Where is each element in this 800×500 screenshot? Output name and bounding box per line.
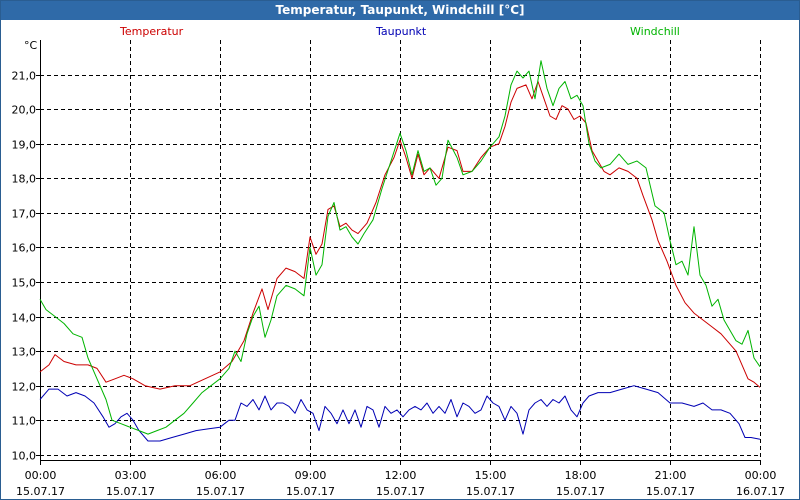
x-tick-time: 15:00 [475,469,507,482]
y-tick-label: 12,0 [12,381,37,394]
x-tick-date: 15.07.17 [646,485,695,498]
grid-lines [40,40,761,460]
x-tick-time: 18:00 [565,469,597,482]
x-tick-date: 15.07.17 [286,485,335,498]
x-tick-time: 09:00 [295,469,327,482]
y-tick-label: 21,0 [12,70,37,83]
x-tick-time: 00:00 [25,469,57,482]
y-tick-label: 14,0 [12,312,37,325]
y-tick-label: 15,0 [12,277,37,290]
x-tick-date: 16.07.17 [736,485,785,498]
y-tick-label: 16,0 [12,242,37,255]
x-tick-time: 06:00 [205,469,237,482]
x-tick-date: 15.07.17 [556,485,605,498]
y-tick-label: 13,0 [12,346,37,359]
x-tick-time: 00:00 [745,469,777,482]
line-chart: 10,0 11,0 12,0 13,0 14,0 15,0 16,0 17,0 18,0 19,0… [12,39,785,498]
y-tick-label: 10,0 [12,450,37,463]
x-tick-labels: 00:00 15.07.17 03:00 15.07.17 06:00 15.07.17 0… [16,469,785,498]
x-tick-date: 15.07.17 [376,485,425,498]
y-tick-label: 18,0 [12,173,37,186]
y-axis-unit: °C [24,39,38,52]
x-tick-date: 15.07.17 [196,485,245,498]
x-tick-time: 12:00 [385,469,417,482]
x-tick-time: 21:00 [655,469,687,482]
axes [36,40,761,465]
y-tick-labels: 10,0 11,0 12,0 13,0 14,0 15,0 16,0 17,0 18,0 19,0… [12,70,37,463]
x-tick-date: 15.07.17 [466,485,515,498]
x-tick-time: 03:00 [115,469,147,482]
y-tick-label: 11,0 [12,415,37,428]
y-tick-label: 20,0 [12,104,37,117]
y-tick-label: 19,0 [12,139,37,152]
x-tick-date: 15.07.17 [106,485,155,498]
x-tick-date: 15.07.17 [16,485,65,498]
y-tick-label: 17,0 [12,208,37,221]
